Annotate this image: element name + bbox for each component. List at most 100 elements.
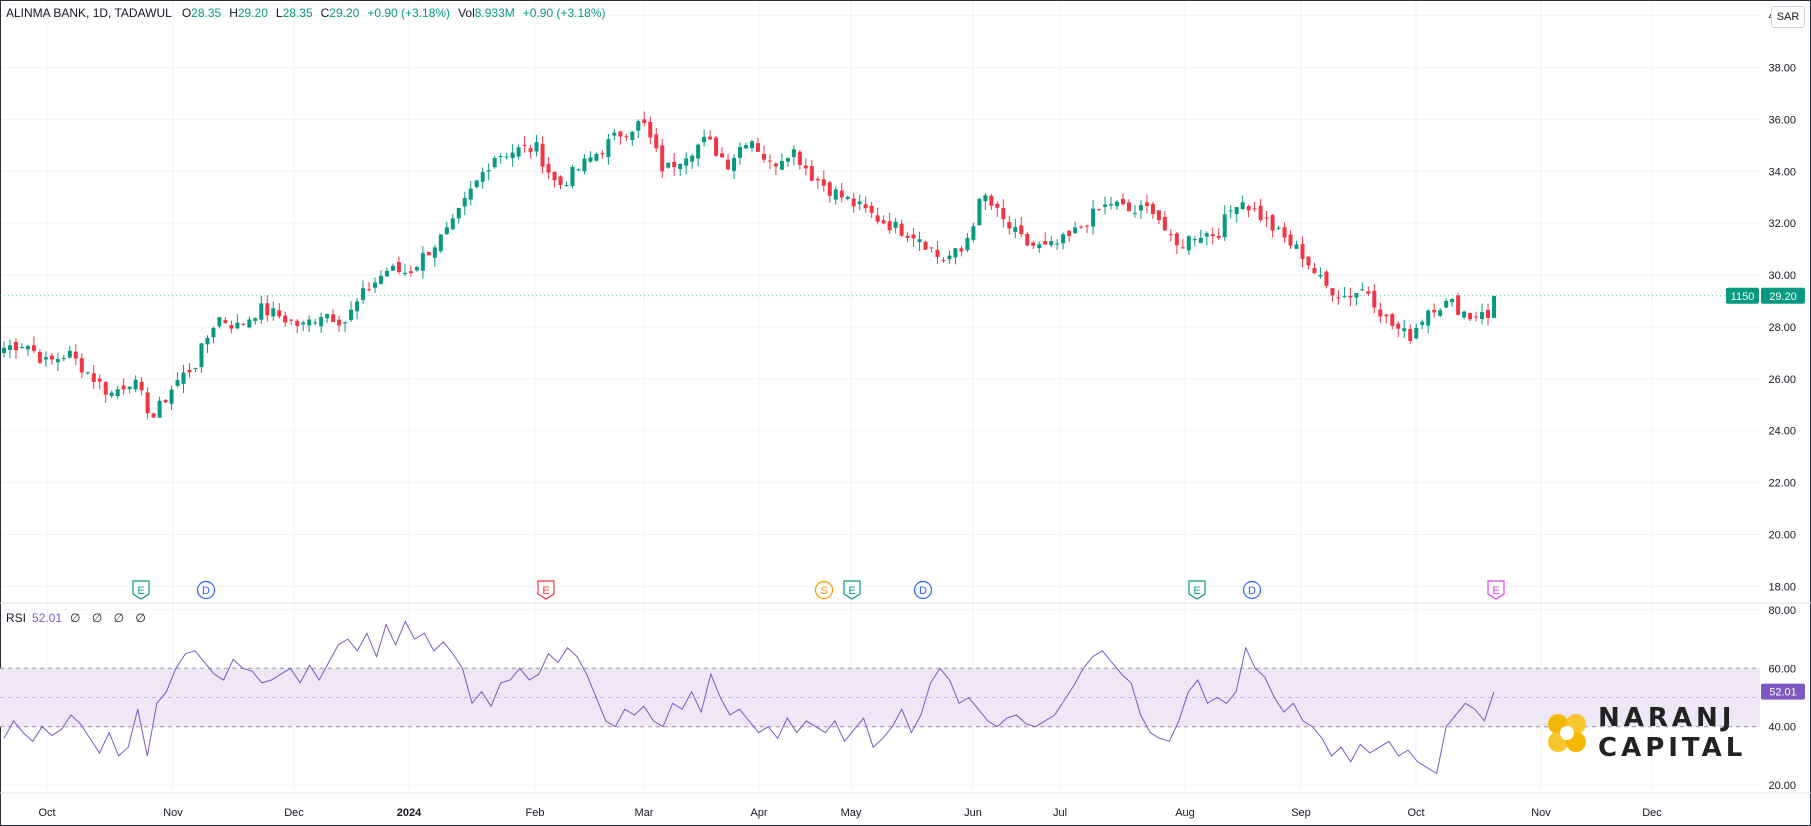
chart-canvas[interactable]: 40.00 38.00 36.00 34.00 32.00 30.00 28.00 26.00… bbox=[0, 0, 1811, 826]
candle-body bbox=[989, 195, 994, 206]
candle-body bbox=[181, 372, 186, 385]
candle bbox=[7, 339, 12, 359]
candle bbox=[714, 135, 719, 157]
event-marker-earnings: E bbox=[1487, 580, 1505, 600]
candle-body bbox=[1150, 203, 1155, 215]
open-label: O bbox=[181, 6, 192, 20]
candle bbox=[1103, 196, 1108, 215]
candle-body bbox=[1240, 202, 1245, 210]
candle-body bbox=[235, 322, 240, 329]
candle-body bbox=[797, 151, 802, 165]
candle-body bbox=[498, 155, 503, 157]
candle-body bbox=[905, 235, 910, 239]
candle-body bbox=[1079, 226, 1084, 228]
candle-body bbox=[1486, 309, 1491, 318]
candle-body bbox=[1252, 208, 1257, 210]
candle bbox=[37, 349, 42, 365]
candle-body bbox=[612, 132, 617, 136]
last-price-text: 29.20 bbox=[1769, 291, 1797, 303]
candle-body bbox=[977, 199, 982, 226]
candle-body bbox=[1276, 227, 1281, 229]
candle-body bbox=[540, 143, 545, 167]
candle-body bbox=[767, 160, 772, 162]
candle-body bbox=[1168, 234, 1173, 236]
candle-body bbox=[1438, 310, 1443, 316]
candle bbox=[1162, 210, 1167, 232]
chart-stage[interactable]: 40.00 38.00 36.00 34.00 32.00 30.00 28.00 26.00… bbox=[0, 0, 1811, 826]
candle bbox=[606, 133, 611, 165]
candle bbox=[1055, 239, 1060, 250]
candle-body bbox=[426, 251, 431, 256]
candle bbox=[1492, 295, 1496, 318]
candle-body bbox=[911, 234, 916, 239]
event-marker-label: E bbox=[542, 585, 549, 597]
candle-body bbox=[1444, 300, 1449, 308]
candle-body bbox=[534, 142, 539, 152]
volume-label: Vol bbox=[458, 6, 475, 20]
candle-body bbox=[1462, 311, 1467, 318]
symbol-legend: ALINMA BANK, 1D, TADAWUL O 28.35 H 29.20 L… bbox=[6, 6, 614, 20]
candle bbox=[79, 353, 84, 379]
candle bbox=[1007, 215, 1012, 235]
candle bbox=[301, 320, 306, 332]
candle-body bbox=[666, 162, 671, 168]
candle bbox=[1324, 270, 1329, 289]
candle bbox=[1462, 310, 1467, 320]
candle-body bbox=[85, 372, 90, 374]
candle-body bbox=[893, 221, 898, 228]
candle bbox=[229, 320, 234, 334]
candle-body bbox=[396, 262, 401, 273]
candle bbox=[935, 241, 940, 264]
candle-body bbox=[761, 154, 766, 160]
price-tick-label: 32.00 bbox=[1768, 218, 1796, 230]
candle bbox=[1288, 230, 1293, 249]
candle-body bbox=[1228, 210, 1233, 212]
candle bbox=[2, 341, 6, 358]
candle bbox=[989, 194, 994, 210]
candle bbox=[666, 162, 671, 169]
candle-body bbox=[522, 144, 527, 146]
candle bbox=[1468, 312, 1473, 321]
event-marker-label: E bbox=[1492, 585, 1499, 597]
candle-body bbox=[73, 351, 78, 359]
candle-body bbox=[384, 270, 389, 277]
candle bbox=[648, 116, 653, 145]
candle-body bbox=[1396, 323, 1401, 329]
price-tick-label: 30.00 bbox=[1768, 270, 1796, 282]
candle-body bbox=[7, 345, 12, 350]
candle-body bbox=[265, 303, 270, 316]
candle-body bbox=[642, 119, 647, 124]
price-tick-label: 28.00 bbox=[1768, 322, 1796, 334]
candle-body bbox=[25, 345, 30, 350]
event-marker-label: E bbox=[1193, 585, 1200, 597]
candle bbox=[522, 135, 527, 153]
candle-body bbox=[1001, 208, 1006, 220]
price-tick-label: 26.00 bbox=[1768, 374, 1796, 386]
candle bbox=[1097, 208, 1102, 212]
candle-body bbox=[887, 221, 892, 231]
candle-body bbox=[1222, 214, 1227, 238]
candle bbox=[1426, 309, 1431, 334]
candle bbox=[815, 176, 820, 189]
candle bbox=[821, 170, 826, 192]
candle-body bbox=[289, 319, 294, 321]
time-tick-label: Jul bbox=[1053, 807, 1067, 819]
candle-body bbox=[851, 198, 856, 207]
candle bbox=[1079, 225, 1084, 230]
currency-button[interactable]: SAR bbox=[1771, 6, 1805, 28]
time-tick-label: Nov bbox=[1531, 807, 1551, 819]
candle bbox=[923, 240, 928, 250]
candle bbox=[1240, 195, 1245, 210]
time-tick-label: Apr bbox=[750, 807, 767, 819]
time-tick-label: Feb bbox=[526, 807, 545, 819]
candle bbox=[432, 244, 437, 267]
event-marker-earnings: E bbox=[1188, 580, 1206, 600]
candle bbox=[456, 207, 461, 224]
candle bbox=[1061, 232, 1066, 250]
candle bbox=[702, 129, 707, 147]
candle-body bbox=[223, 320, 228, 324]
candle-body bbox=[504, 156, 509, 158]
candle bbox=[91, 364, 96, 389]
candle-body bbox=[1180, 247, 1185, 249]
candle bbox=[510, 144, 515, 167]
